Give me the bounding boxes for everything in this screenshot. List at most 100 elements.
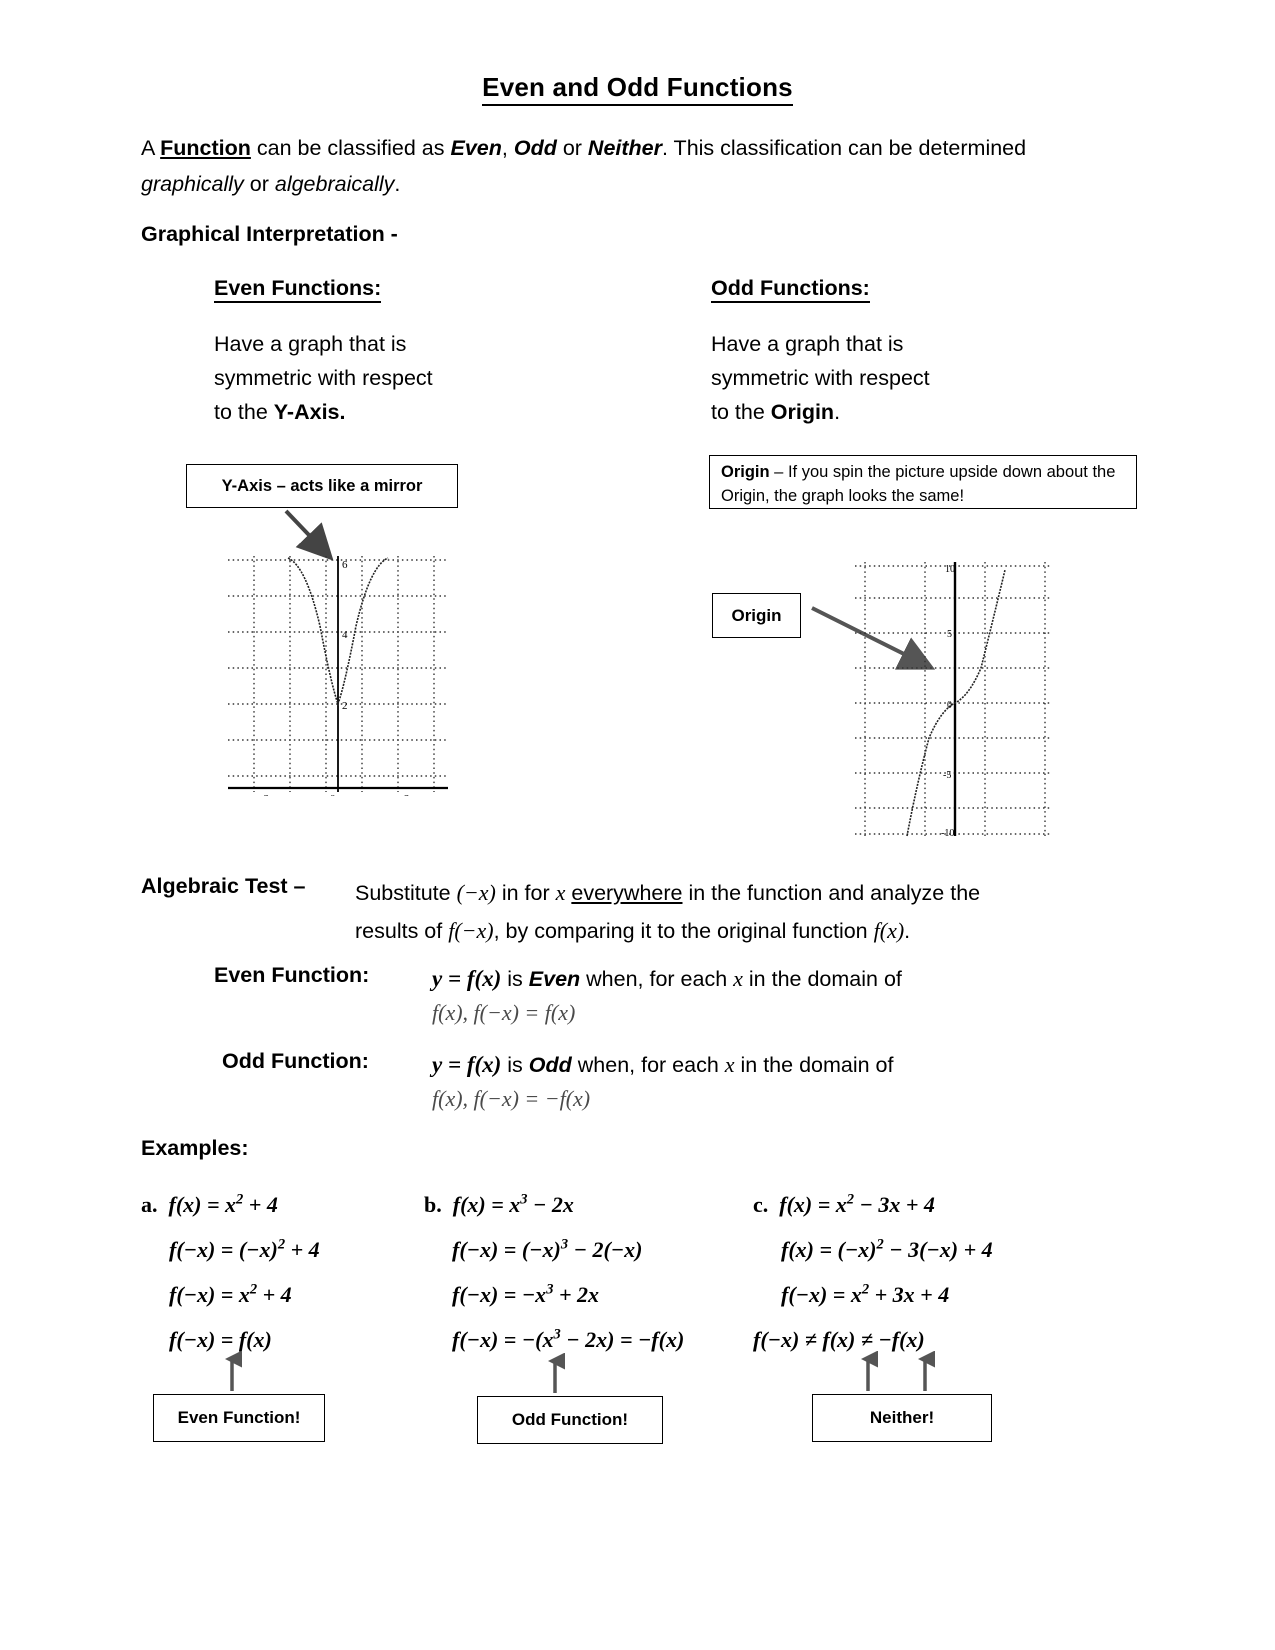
- example-c-eq3: f(−x) = x2 + 3x + 4: [781, 1281, 950, 1307]
- origin-label-text: Origin: [731, 605, 782, 625]
- svg-text:-5: -5: [943, 770, 951, 781]
- odd-functions-heading-text: Odd Functions:: [711, 276, 870, 303]
- example-c: c. f(x) = x2 − 3x + 4 f(x) = (−x)2 − 3(−…: [753, 1182, 1083, 1362]
- odd-desc-line3-suffix: .: [834, 400, 841, 424]
- alg-l2-c: .: [904, 919, 911, 943]
- example-a-eq3: f(−x) = x2 + 4: [169, 1281, 292, 1307]
- origin-callout-bold: Origin: [721, 463, 770, 481]
- example-c-letter: c.: [753, 1192, 769, 1217]
- even-functions-description: Have a graph that is symmetric with resp…: [214, 327, 544, 429]
- algebraic-test-line2: results of f(−x), by comparing it to the…: [355, 912, 1130, 950]
- svg-text:2: 2: [342, 700, 348, 712]
- even-functions-heading: Even Functions:: [214, 276, 382, 303]
- alg-l2-math1: f(−x): [448, 918, 494, 943]
- svg-text:-2: -2: [260, 793, 269, 796]
- even-def-a: is: [501, 967, 529, 991]
- svg-text:5: 5: [947, 629, 952, 640]
- alg-l2-a: results of: [355, 919, 449, 943]
- algebraic-test-line1: Substitute (−x) in for x everywhere in t…: [355, 874, 1130, 912]
- algebraic-test-label: Algebraic Test –: [141, 874, 306, 898]
- svg-text:-10: -10: [941, 828, 954, 838]
- algebraic-test-body: Substitute (−x) in for x everywhere in t…: [355, 874, 1130, 950]
- even-desc-line1: Have a graph that is: [214, 332, 407, 356]
- origin-callout-text: – If you spin the picture upside down ab…: [721, 463, 1116, 505]
- example-c-line4: f(−x) ≠ f(x) ≠ −f(x): [753, 1317, 1083, 1362]
- odd-functions-description: Have a graph that is symmetric with resp…: [711, 327, 1041, 429]
- odd-desc-line1: Have a graph that is: [711, 332, 904, 356]
- odd-def-line2: f(x), f(−x) = −f(x): [432, 1086, 591, 1111]
- alg-l1-math1: (−x): [456, 880, 496, 905]
- odd-desc-line3-bold: Origin: [770, 400, 835, 424]
- example-a-letter: a.: [141, 1192, 158, 1217]
- odd-function-definition-body: y = f(x) is Odd when, for each x in the …: [432, 1048, 1032, 1116]
- even-def-math1: y = f(x): [432, 966, 502, 991]
- intro-comma1: ,: [501, 136, 514, 160]
- example-c-line2: f(x) = (−x)2 − 3(−x) + 4: [753, 1227, 1083, 1272]
- even-desc-line3: to the Y-Axis.: [214, 395, 544, 429]
- alg-l2-b: , by comparing it to the original functi…: [493, 919, 874, 943]
- even-def-math2: x: [733, 966, 743, 991]
- page-title-text: Even and Odd Functions: [482, 72, 793, 106]
- example-b-line1: b. f(x) = x3 − 2x: [424, 1182, 754, 1227]
- odd-def-c: in the domain of: [734, 1053, 894, 1077]
- odd-desc-line3: to the Origin.: [711, 395, 1041, 429]
- intro-neither-word: Neither: [587, 136, 662, 160]
- even-def-line2: f(x), f(−x) = f(x): [432, 1000, 576, 1025]
- odd-def-a: is: [501, 1053, 529, 1077]
- example-b: b. f(x) = x3 − 2x f(−x) = (−x)3 − 2(−x) …: [424, 1182, 754, 1362]
- odd-def-line1: y = f(x) is Odd when, for each x in the …: [432, 1048, 1032, 1082]
- example-b-eq2: f(−x) = (−x)3 − 2(−x): [452, 1236, 643, 1262]
- alg-l2-math2: f(x): [873, 918, 905, 943]
- intro-graphically: graphically: [141, 172, 244, 196]
- even-def-line1: y = f(x) is Even when, for each x in the…: [432, 962, 1032, 996]
- even-def-c: in the domain of: [742, 967, 902, 991]
- example-a-line3: f(−x) = x2 + 4: [141, 1272, 441, 1317]
- example-a: a. f(x) = x2 + 4 f(−x) = (−x)2 + 4 f(−x)…: [141, 1182, 441, 1362]
- y-axis-mirror-callout: Y-Axis – acts like a mirror: [186, 464, 458, 508]
- even-functions-heading-text: Even Functions:: [214, 276, 382, 303]
- example-c-eq4: f(−x) ≠ f(x) ≠ −f(x): [753, 1327, 925, 1352]
- example-b-letter: b.: [424, 1192, 442, 1217]
- svg-text:0: 0: [947, 700, 952, 711]
- odd-function-definition-label: Odd Function:: [222, 1049, 369, 1073]
- intro-function-word: Function: [160, 136, 251, 160]
- intro-algebraically: algebraically: [274, 172, 395, 196]
- example-a-line4: f(−x) = f(x): [141, 1317, 441, 1362]
- odd-def-math2: x: [724, 1052, 735, 1077]
- even-function-definition-label: Even Function:: [214, 963, 370, 987]
- even-def-b: when, for each: [580, 967, 734, 991]
- odd-functions-heading: Odd Functions:: [711, 276, 870, 303]
- odd-def-b: when, for each: [571, 1053, 725, 1077]
- example-a-line1: a. f(x) = x2 + 4: [141, 1182, 441, 1227]
- example-b-line3: f(−x) = −x3 + 2x: [424, 1272, 754, 1317]
- even-desc-line2: symmetric with respect: [214, 366, 433, 390]
- intro-paragraph: A Function can be classified as Even, Od…: [141, 130, 1061, 202]
- example-c-line3: f(−x) = x2 + 3x + 4: [753, 1272, 1083, 1317]
- document-page: Even and Odd Functions A Function can be…: [0, 0, 1275, 1650]
- graphical-interpretation-heading: Graphical Interpretation -: [141, 222, 398, 246]
- example-b-line4: f(−x) = −(x3 − 2x) = −f(x): [424, 1317, 754, 1362]
- alg-l1-b: in for: [495, 881, 556, 905]
- alg-l1-math2: x: [555, 880, 566, 905]
- svg-text:6: 6: [342, 559, 348, 571]
- intro-or2: or: [243, 172, 275, 196]
- svg-text:10: 10: [945, 564, 955, 575]
- odd-def-math1: y = f(x): [432, 1052, 502, 1077]
- intro-part3: . This classification can be determined: [662, 136, 1027, 160]
- even-desc-line3-prefix: to the: [214, 400, 274, 424]
- example-b-eq1: f(x) = x3 − 2x: [452, 1191, 574, 1217]
- conclusion-odd-text: Odd Function!: [511, 1410, 629, 1429]
- conclusion-box-odd: Odd Function!: [477, 1396, 663, 1444]
- example-a-line2: f(−x) = (−x)2 + 4: [141, 1227, 441, 1272]
- example-c-eq2: f(x) = (−x)2 − 3(−x) + 4: [781, 1236, 993, 1262]
- conclusion-box-even: Even Function!: [153, 1394, 325, 1442]
- even-def-even-word: Even: [528, 967, 581, 991]
- page-title: Even and Odd Functions: [0, 72, 1275, 106]
- alg-l1-a: Substitute: [355, 881, 457, 905]
- conclusion-even-text: Even Function!: [177, 1408, 301, 1427]
- example-b-eq3: f(−x) = −x3 + 2x: [452, 1281, 599, 1307]
- alg-l1-everywhere: everywhere: [571, 881, 683, 905]
- intro-part2: can be classified as: [250, 136, 451, 160]
- example-b-eq4: f(−x) = −(x3 − 2x) = −f(x): [452, 1326, 685, 1352]
- svg-text:4: 4: [342, 629, 348, 641]
